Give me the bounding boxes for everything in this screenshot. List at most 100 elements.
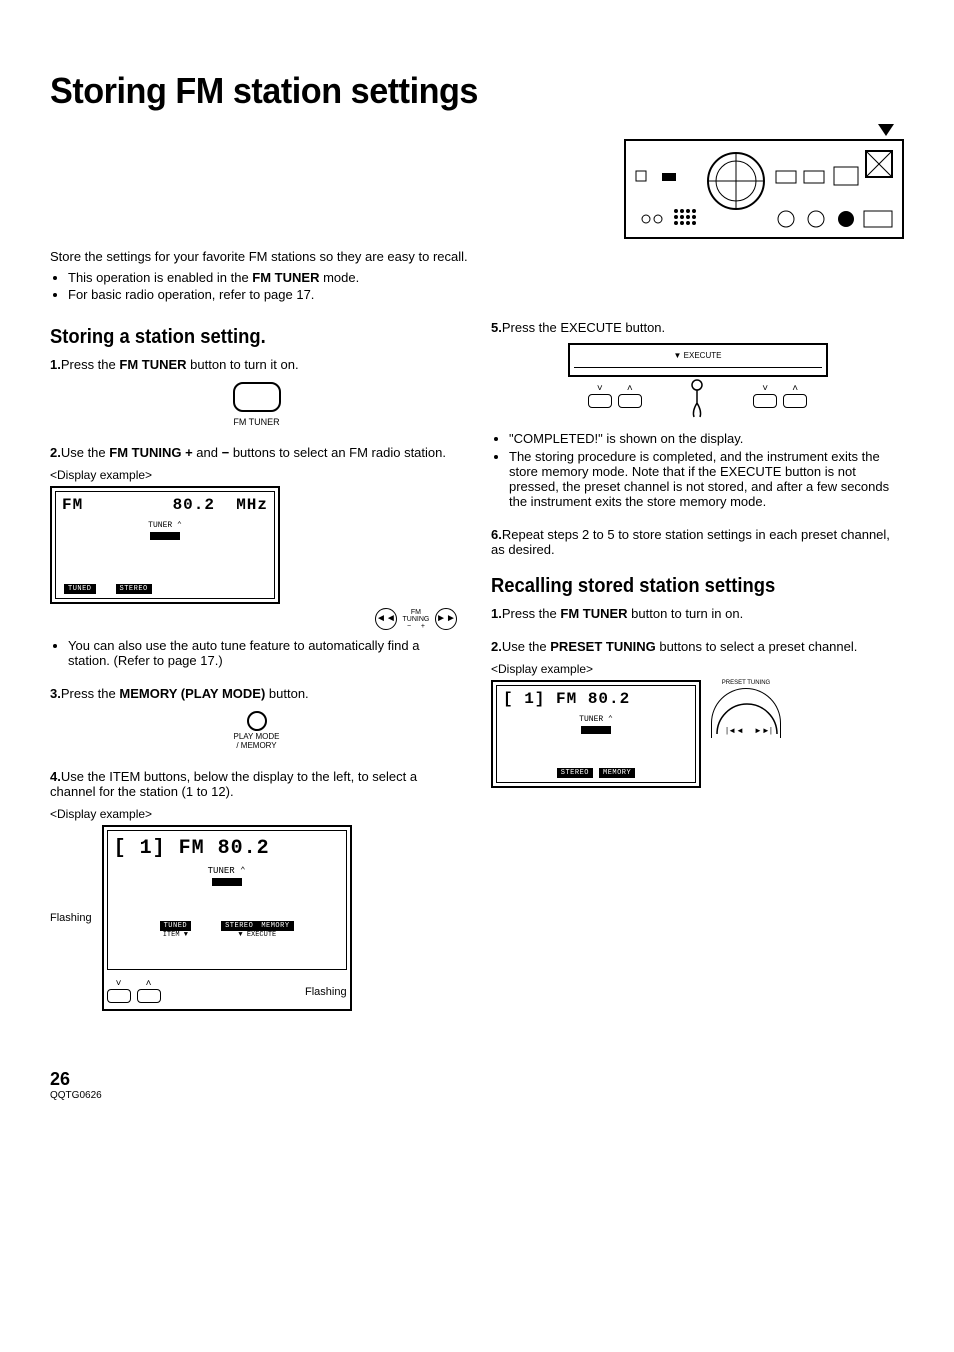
execute-label: ▼ EXECUTE xyxy=(221,931,293,939)
step-number: 3. xyxy=(50,686,61,701)
memory-chip: MEMORY xyxy=(599,768,635,778)
page-footer: 26 QQTG0626 xyxy=(50,1069,904,1101)
step-number: 6. xyxy=(491,527,502,542)
flashing-label-right: Flashing xyxy=(305,986,347,998)
play-mode-button-icon xyxy=(247,711,267,731)
step-text: Use the xyxy=(61,445,109,460)
page-title: Storing FM station settings xyxy=(50,70,861,112)
button-icon xyxy=(618,394,642,408)
preset-dial-label: PRESET TUNING xyxy=(711,680,781,686)
progress-bar-icon xyxy=(212,878,242,886)
execute-panel-figure: ▼ EXECUTE xyxy=(568,343,828,377)
signal-icon: ⌃ xyxy=(608,715,613,724)
fm-tuning-control-figure: ◄◄ FMTUNING− + ►► xyxy=(50,608,457,630)
step-text: button to turn in on. xyxy=(628,606,744,621)
progress-bar-icon xyxy=(581,726,611,734)
signal-icon: ⌃ xyxy=(177,521,182,530)
tuning-down-icon: ◄◄ xyxy=(375,608,397,630)
left-column: Storing a station setting. 1.Press the F… xyxy=(50,320,463,1029)
progress-bar-icon xyxy=(150,532,180,540)
step-text: Press the xyxy=(502,606,561,621)
step-text: Press the xyxy=(61,686,120,701)
up-caret-icon: ˄ xyxy=(618,383,642,394)
pressing-hand-icon xyxy=(682,379,712,423)
step5-bullets: "COMPLETED!" is shown on the display.The… xyxy=(495,431,904,509)
down-caret-icon: ˅ xyxy=(588,383,612,394)
lcd3-top-line: [ 1] FM 80.2 xyxy=(503,690,689,708)
execute-buttons-row: ˅ ˄ ˅ ˄ xyxy=(568,383,828,423)
keyboard-illustration xyxy=(624,139,904,239)
button-shape-icon xyxy=(233,382,281,412)
stereo-chip: STEREO xyxy=(116,584,152,594)
lcd-freq: 80.2 xyxy=(173,496,215,514)
step-number: 1. xyxy=(50,357,61,372)
intro-bullets: This operation is enabled in the FM TUNE… xyxy=(54,270,904,302)
step-text: buttons to select a preset channel. xyxy=(656,639,858,654)
down-caret-icon: ˅ xyxy=(753,383,777,394)
tuning-label: FMTUNING− + xyxy=(403,609,430,630)
step-5: 5.Press the EXECUTE button. ▼ EXECUTE ˅ … xyxy=(491,320,904,509)
lcd-fm-text: FM xyxy=(62,496,83,514)
step-text: Use the xyxy=(502,639,550,654)
button-icon xyxy=(588,394,612,408)
step-text: buttons to select an FM radio station. xyxy=(229,445,446,460)
step-text: button to turn it on. xyxy=(187,357,299,372)
step-1: 1.Press the FM TUNER button to turn it o… xyxy=(50,357,463,427)
step-text: and xyxy=(193,445,222,460)
step-text: Press the EXECUTE button. xyxy=(502,320,665,335)
fm-tuner-button-figure: FM TUNER xyxy=(50,382,463,427)
play-mode-button-figure: PLAY MODE/ MEMORY xyxy=(50,711,463,751)
step-text: Use the ITEM buttons, below the display … xyxy=(50,769,417,799)
up-caret-icon: ˄ xyxy=(137,978,161,989)
recall-step-2: 2.Use the PRESET TUNING buttons to selec… xyxy=(491,639,904,788)
intro-bullet: This operation is enabled in the FM TUNE… xyxy=(68,270,904,285)
auto-tune-note: You can also use the auto tune feature t… xyxy=(68,638,463,668)
fm-tuner-label: FM TUNER xyxy=(560,606,627,621)
button-icon xyxy=(753,394,777,408)
step-text: button. xyxy=(265,686,308,701)
flashing-label-left: Flashing xyxy=(50,912,92,924)
step-number: 1. xyxy=(491,606,502,621)
button-caption: FM TUNER xyxy=(50,417,463,427)
stereo-chip: STEREO xyxy=(557,768,593,778)
step-text: Press the xyxy=(61,357,120,372)
intro-text: Store the settings for your favorite FM … xyxy=(50,249,904,264)
step-text: Repeat steps 2 to 5 to store station set… xyxy=(491,527,890,557)
step-number: 5. xyxy=(491,320,502,335)
step-number: 2. xyxy=(50,445,61,460)
page-number: 26 xyxy=(50,1069,904,1090)
display-example-label: <Display example> xyxy=(491,662,904,676)
display-example-label: <Display example> xyxy=(50,468,463,482)
item-down-button-icon xyxy=(107,989,131,1003)
step5-bullet: "COMPLETED!" is shown on the display. xyxy=(509,431,904,446)
tuned-chip: TUNED xyxy=(160,921,192,931)
stereo-chip: STEREO xyxy=(221,921,257,931)
display-example-label: <Display example> xyxy=(50,807,463,821)
preset-tuning-label: PRESET TUNING xyxy=(550,639,655,654)
intro-bullet: For basic radio operation, refer to page… xyxy=(68,287,904,302)
lcd-display-3: [ 1] FM 80.2 TUNER ⌃ STEREO MEMORY xyxy=(491,680,701,788)
pointer-triangle-icon xyxy=(624,124,894,139)
lcd-tuner-label: TUNER xyxy=(579,715,603,724)
step-number: 2. xyxy=(491,639,502,654)
memory-label: MEMORY (PLAY MODE) xyxy=(119,686,265,701)
tuning-up-icon: ►► xyxy=(435,608,457,630)
step-number: 4. xyxy=(50,769,61,784)
up-caret-icon: ˄ xyxy=(783,383,807,394)
lcd-display-2: [ 1] FM 80.2 TUNER ⌃ TUNED ITEM ▼ STE xyxy=(102,825,352,1011)
fm-tuner-label: FM TUNER xyxy=(119,357,186,372)
step-6: 6.Repeat steps 2 to 5 to store station s… xyxy=(491,527,904,557)
preset-prev-icon: |◄◄ xyxy=(726,726,744,735)
hero-illustration-area xyxy=(50,124,904,239)
preset-next-icon: ►►| xyxy=(754,726,772,735)
step-4: 4.Use the ITEM buttons, below the displa… xyxy=(50,769,463,1011)
fm-tuning-plus-label: FM TUNING + xyxy=(109,445,192,460)
step-3: 3.Press the MEMORY (PLAY MODE) button. P… xyxy=(50,686,463,751)
footer-code: QQTG0626 xyxy=(50,1090,904,1101)
tuned-chip: TUNED xyxy=(64,584,96,594)
lcd-unit: MHz xyxy=(236,496,268,514)
item-label: ITEM ▼ xyxy=(160,931,192,939)
lcd-display-1: FM 80.2 MHz TUNER ⌃ TUNED STEREO xyxy=(50,486,280,604)
storing-heading: Storing a station setting. xyxy=(50,326,430,349)
step-2: 2.Use the FM TUNING + and − buttons to s… xyxy=(50,445,463,668)
